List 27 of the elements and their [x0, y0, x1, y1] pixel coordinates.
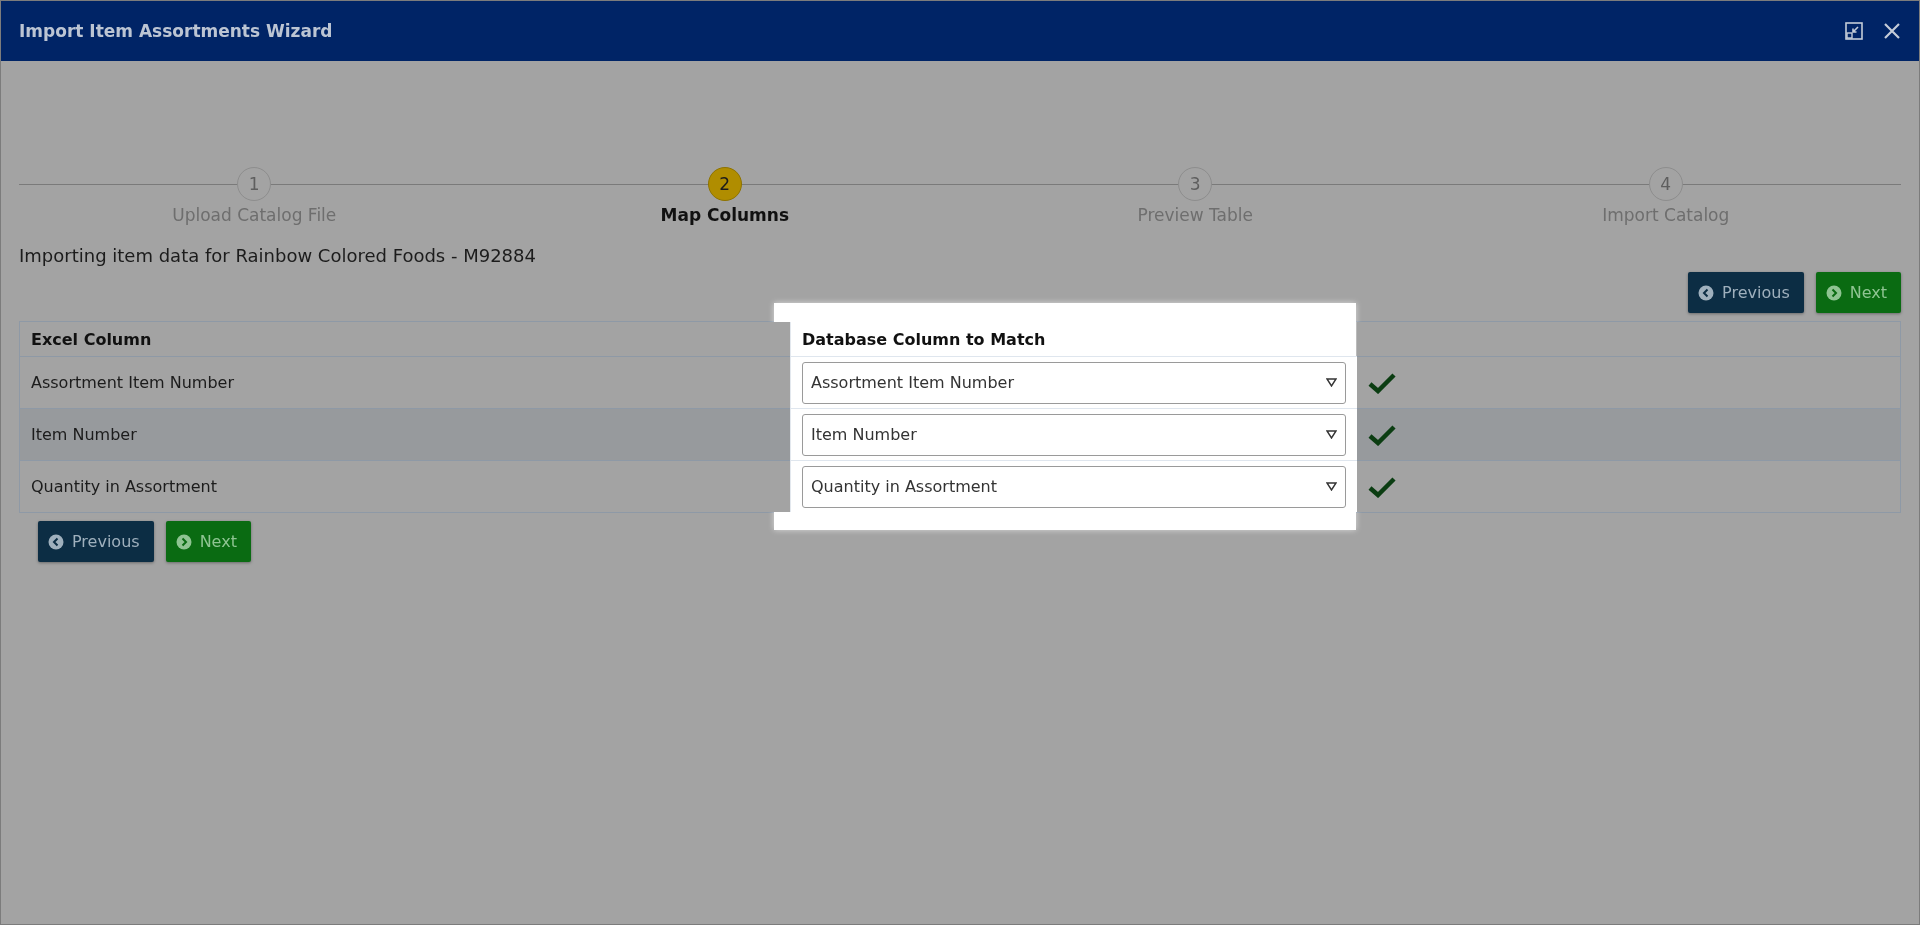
step-label: Map Columns: [660, 205, 789, 225]
column-select[interactable]: Quantity in Assortment: [802, 465, 1346, 508]
close-button[interactable]: [1883, 22, 1901, 40]
column-header: Excel Column: [31, 329, 152, 349]
previous-button[interactable]: Previous: [1688, 272, 1804, 313]
dropdown-caret-icon: [1326, 378, 1337, 387]
table-cell: Assortment Item Number: [31, 373, 234, 392]
intro-text: Importing item data for Rainbow Colored Foods - M92884: [19, 245, 537, 266]
next-button[interactable]: Next: [165, 521, 251, 562]
previous-button[interactable]: Previous: [38, 521, 154, 562]
chevron-right-circle-icon: [175, 533, 192, 550]
step-number[interactable]: 2: [707, 167, 742, 201]
chevron-right-circle-icon: [1825, 284, 1842, 301]
dropdown-caret-icon: [1326, 430, 1337, 439]
column-header: Database Column to Match: [802, 329, 1046, 349]
chevron-left-circle-icon: [1698, 284, 1715, 301]
dropdown-caret-icon: [1326, 482, 1337, 491]
restore-button[interactable]: [1845, 22, 1863, 40]
restore-icon: [1845, 22, 1863, 40]
window-title: Import Item Assortments Wizard: [19, 21, 334, 41]
table-cell: Item Number: [31, 425, 137, 444]
table-cell: Quantity in Assortment: [31, 477, 217, 496]
column-select[interactable]: Item Number: [802, 413, 1346, 456]
close-icon: [1883, 22, 1901, 40]
next-button[interactable]: Next: [1815, 272, 1901, 313]
column-select[interactable]: Assortment Item Number: [802, 361, 1346, 404]
chevron-left-circle-icon: [48, 533, 64, 550]
